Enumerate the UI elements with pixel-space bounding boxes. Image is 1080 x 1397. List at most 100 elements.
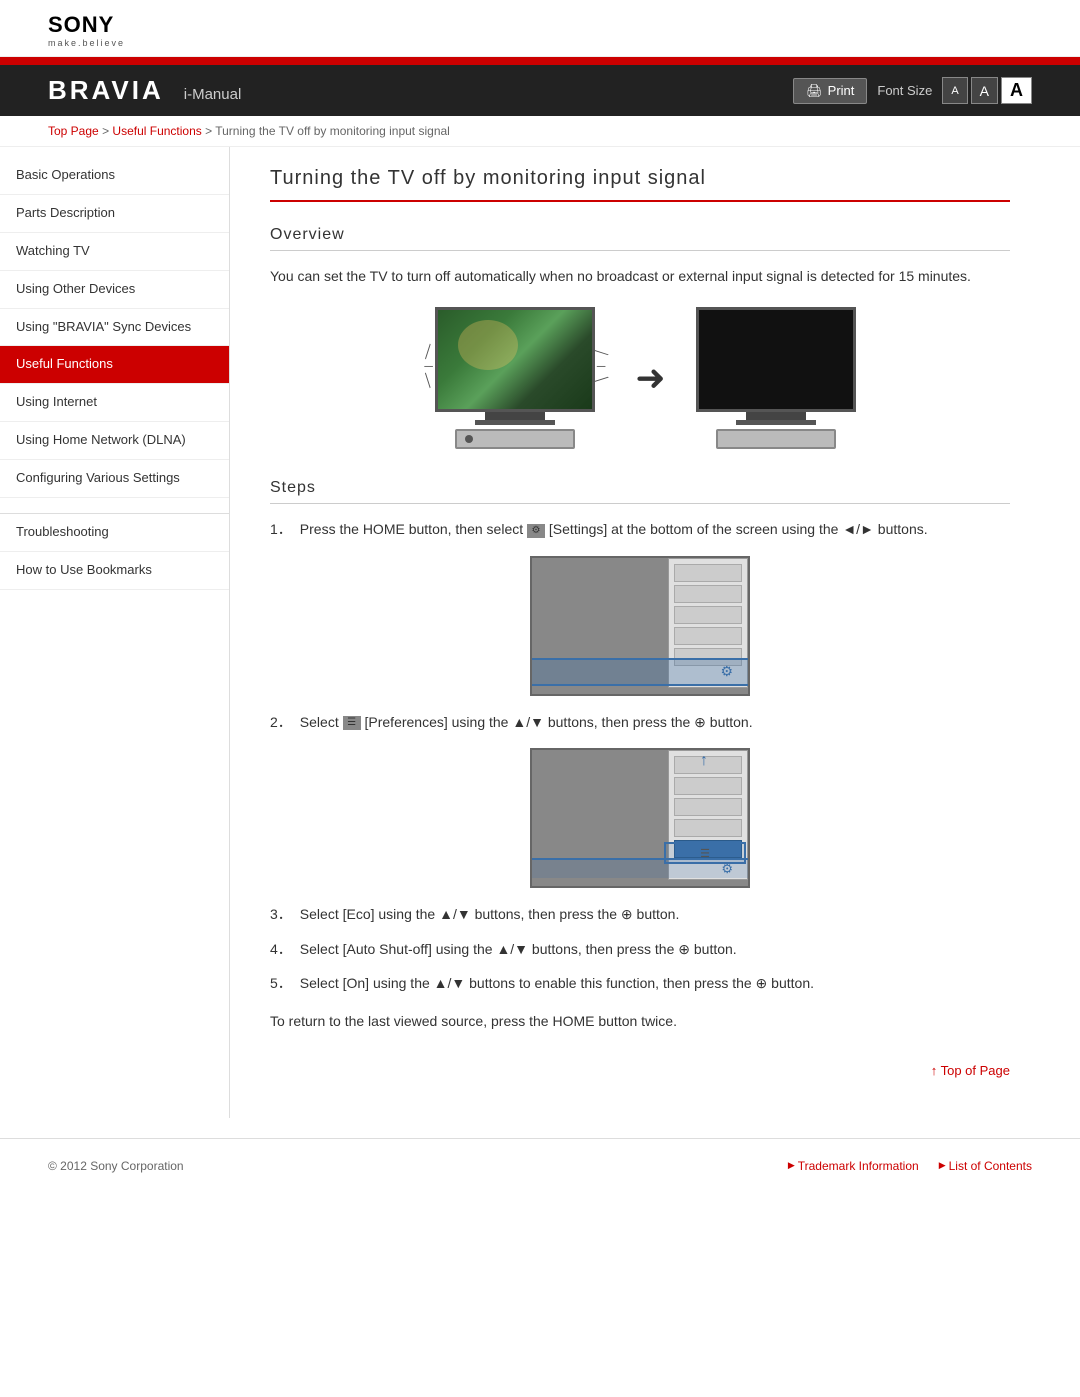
menu2-row-3 (674, 798, 742, 816)
print-icon: 🖨 (806, 83, 823, 99)
step-1: 1． Press the HOME button, then select ⚙ … (270, 518, 1010, 540)
tv-illustration: ╲ ─ ╱ ╲ (270, 307, 1010, 449)
font-medium-button[interactable]: A (971, 77, 998, 104)
page-title: Turning the TV off by monitoring input s… (270, 167, 1010, 202)
arrow-r: ─ (597, 359, 606, 373)
screen-content (438, 310, 592, 409)
sidebar-item-bookmarks[interactable]: How to Use Bookmarks (0, 552, 229, 590)
sony-header: SONY make.believe (0, 0, 1080, 57)
breadcrumb: Top Page > Useful Functions > Turning th… (0, 116, 1080, 147)
step-4-text: Select [Auto Shut-off] using the ▲/▼ but… (300, 938, 737, 960)
breadcrumb-sep1: > (102, 124, 112, 138)
step-3-text: Select [Eco] using the ▲/▼ buttons, then… (300, 903, 680, 925)
tv-base-off (736, 420, 816, 425)
left-signal-arrows: ╲ ─ ╱ (424, 345, 433, 387)
breadcrumb-current: Turning the TV off by monitoring input s… (215, 124, 450, 138)
step-5-num: 5． (270, 972, 292, 994)
arrow-br: ╱ (593, 372, 609, 388)
step-1-num: 1． (270, 518, 292, 540)
font-small-button[interactable]: A (942, 77, 967, 104)
overview-heading: Overview (270, 226, 1010, 251)
prefs-icon: ☰ (343, 716, 361, 730)
manual-label: i-Manual (184, 86, 242, 103)
step-2-text: Select ☰ [Preferences] using the ▲/▼ but… (300, 711, 753, 733)
font-size-controls: A A A (942, 77, 1032, 104)
font-large-button[interactable]: A (1001, 77, 1032, 104)
overview-text: You can set the TV to turn off automatic… (270, 265, 1010, 287)
sidebar-item-basic-operations[interactable]: Basic Operations (0, 157, 229, 195)
sidebar-item-configuring-settings[interactable]: Configuring Various Settings (0, 460, 229, 498)
breadcrumb-sep2: > (205, 124, 215, 138)
top-of-page-link[interactable]: Top of Page (270, 1063, 1010, 1078)
arrow-tr: ╲ (593, 344, 609, 360)
bravia-header: BRAVIA i-Manual 🖨 Print Font Size A A A (0, 65, 1080, 116)
sidebar: Basic Operations Parts Description Watch… (0, 147, 230, 1118)
footer-links: Trademark Information List of Contents (788, 1159, 1032, 1173)
menu2-row-1 (674, 756, 742, 774)
tv-base-on (475, 420, 555, 425)
tv-on-group: ╲ ─ ╱ ╲ (424, 307, 605, 449)
red-bar (0, 57, 1080, 65)
top-of-page-anchor[interactable]: Top of Page (931, 1063, 1010, 1078)
tv-screen-on (435, 307, 595, 412)
menu-row-4 (674, 627, 742, 645)
step-5: 5． Select [On] using the ▲/▼ buttons to … (270, 972, 1010, 994)
footer: © 2012 Sony Corporation Trademark Inform… (0, 1138, 1080, 1193)
step-3-num: 3． (270, 903, 292, 925)
tv-off-box (696, 307, 856, 425)
menu-screenshot-1: ⚙ (530, 556, 750, 696)
tv-on-with-device: ╲ ─ ╱ ╲ (424, 307, 605, 449)
bravia-title: BRAVIA i-Manual (48, 75, 241, 106)
menu-row-3 (674, 606, 742, 624)
sony-tagline: make.believe (48, 38, 1032, 48)
list-of-contents-link[interactable]: List of Contents (939, 1159, 1032, 1173)
right-signal-arrows: ╲ ─ ╱ (597, 345, 606, 387)
copyright: © 2012 Sony Corporation (48, 1159, 184, 1173)
step-3: 3． Select [Eco] using the ▲/▼ buttons, t… (270, 903, 1010, 925)
nav-underline (542, 684, 663, 686)
breadcrumb-useful-functions[interactable]: Useful Functions (112, 124, 201, 138)
bravia-logo: BRAVIA (48, 75, 164, 106)
menu2-row-4 (674, 819, 742, 837)
source-device-off (716, 429, 836, 449)
menu-row-1 (674, 564, 742, 582)
main-layout: Basic Operations Parts Description Watch… (0, 147, 1080, 1118)
up-arrow-indicator: ↑ (700, 752, 708, 770)
sidebar-item-watching-tv[interactable]: Watching TV (0, 233, 229, 271)
sidebar-item-home-network[interactable]: Using Home Network (DLNA) (0, 422, 229, 460)
steps-section: 1． Press the HOME button, then select ⚙ … (270, 518, 1010, 994)
menu-screenshot-2: ☰ ↑ ⚙ (530, 748, 750, 888)
step-4: 4． Select [Auto Shut-off] using the ▲/▼ … (270, 938, 1010, 960)
step-5-text: Select [On] using the ▲/▼ buttons to ena… (300, 972, 814, 994)
sidebar-item-parts-description[interactable]: Parts Description (0, 195, 229, 233)
tv-stand-on (485, 412, 545, 420)
sidebar-item-using-other-devices[interactable]: Using Other Devices (0, 271, 229, 309)
sidebar-spacer (0, 498, 229, 514)
main-content: Turning the TV off by monitoring input s… (230, 147, 1050, 1118)
step-1-text: Press the HOME button, then select ⚙ [Se… (300, 518, 928, 540)
nav-bar-2: ⚙ (532, 858, 748, 878)
step-2-num: 2． (270, 711, 292, 733)
sony-logo: SONY (48, 12, 1032, 38)
sidebar-item-using-internet[interactable]: Using Internet (0, 384, 229, 422)
tv-stand-off (746, 412, 806, 420)
settings-nav-icon-2: ⚙ (721, 861, 733, 877)
step-2: 2． Select ☰ [Preferences] using the ▲/▼ … (270, 711, 1010, 733)
source-indicator (465, 435, 473, 443)
nav-bar: ⚙ (532, 658, 748, 686)
steps-heading: Steps (270, 479, 1010, 504)
return-text: To return to the last viewed source, pre… (270, 1010, 1010, 1032)
sidebar-item-useful-functions[interactable]: Useful Functions (0, 346, 229, 384)
tv-on-row: ╲ ─ ╱ ╲ (424, 307, 605, 425)
sidebar-item-bravia-sync[interactable]: Using "BRAVIA" Sync Devices (0, 309, 229, 347)
step-4-num: 4． (270, 938, 292, 960)
menu2-row-2 (674, 777, 742, 795)
font-size-label: Font Size (877, 83, 932, 98)
sidebar-item-troubleshooting[interactable]: Troubleshooting (0, 514, 229, 552)
breadcrumb-top-page[interactable]: Top Page (48, 124, 99, 138)
header-controls: 🖨 Print Font Size A A A (793, 77, 1032, 104)
print-button[interactable]: 🖨 Print (793, 78, 867, 104)
menu-row-2 (674, 585, 742, 603)
trademark-link[interactable]: Trademark Information (788, 1159, 919, 1173)
tv-on-box (435, 307, 595, 425)
